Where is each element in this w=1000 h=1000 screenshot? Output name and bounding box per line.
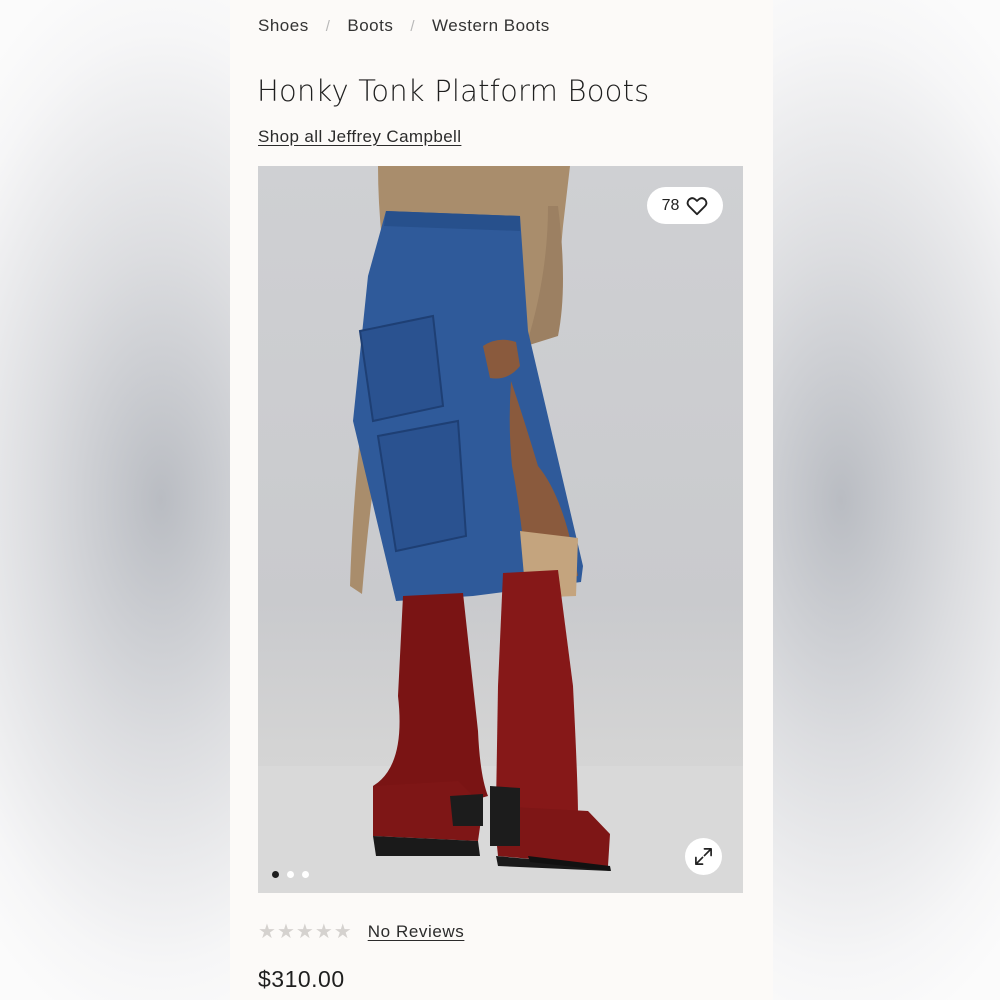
reviews-link[interactable]: No Reviews: [368, 922, 465, 942]
star-icon: ★: [295, 921, 314, 943]
favorite-button[interactable]: 78: [647, 187, 723, 224]
gallery-dot-3[interactable]: [302, 871, 309, 878]
star-icon: ★: [276, 921, 295, 943]
product-photo-illustration: [258, 166, 743, 893]
expand-icon: [695, 848, 712, 865]
star-rating: ★ ★ ★ ★ ★: [258, 922, 352, 942]
star-icon: ★: [258, 921, 276, 943]
product-page: Shoes / Boots / Western Boots Honky Tonk…: [230, 0, 773, 1000]
gallery-dot-2[interactable]: [287, 871, 294, 878]
backdrop-right: [773, 0, 1000, 1000]
heart-icon: [687, 196, 708, 215]
backdrop-left: [0, 0, 230, 1000]
breadcrumb-item-shoes[interactable]: Shoes: [258, 16, 309, 36]
product-price: $310.00: [258, 966, 345, 992]
gallery-dot-1[interactable]: [272, 871, 279, 878]
expand-image-button[interactable]: [685, 838, 722, 875]
breadcrumb-item-western-boots[interactable]: Western Boots: [432, 16, 550, 36]
breadcrumb-separator: /: [325, 17, 331, 35]
star-icon: ★: [314, 921, 333, 943]
product-image[interactable]: 78: [258, 166, 743, 893]
star-icon: ★: [333, 921, 352, 943]
favorite-count: 78: [661, 196, 680, 214]
gallery-pagination: [272, 871, 309, 878]
breadcrumb-separator: /: [410, 17, 416, 35]
product-title: Honky Tonk Platform Boots: [257, 74, 650, 108]
rating-row: ★ ★ ★ ★ ★ No Reviews: [258, 922, 464, 942]
shop-brand-link[interactable]: Shop all Jeffrey Campbell: [258, 127, 461, 147]
breadcrumb: Shoes / Boots / Western Boots: [258, 16, 550, 36]
breadcrumb-item-boots[interactable]: Boots: [347, 16, 393, 36]
